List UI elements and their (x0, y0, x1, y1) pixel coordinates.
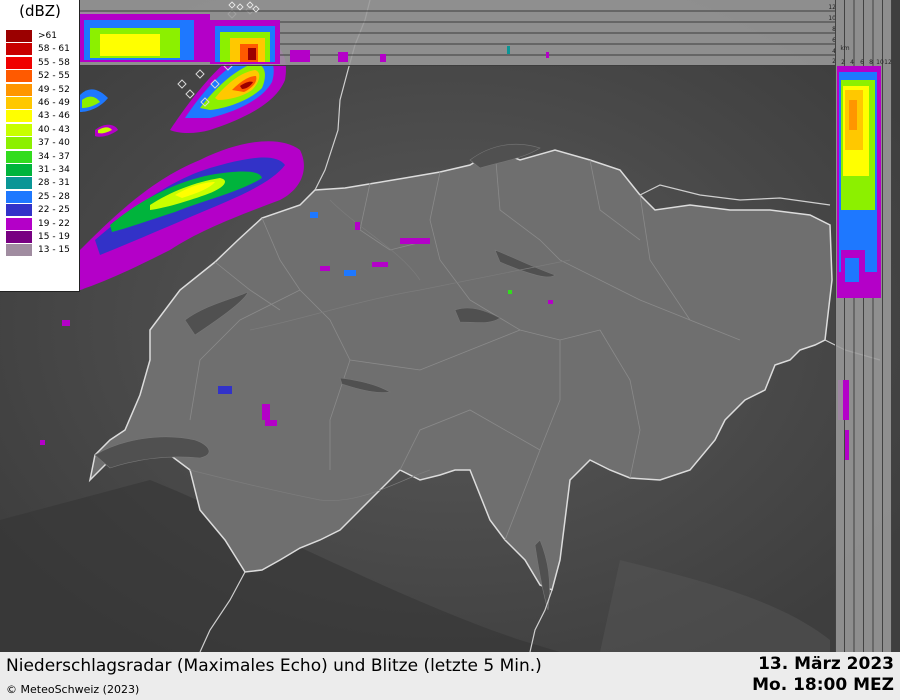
legend-swatch (6, 83, 32, 97)
legend-swatch (6, 204, 32, 218)
side-tick-12: 12 (884, 59, 892, 66)
legend-label: 40 - 43 (38, 124, 70, 135)
legend-label: 55 - 58 (38, 57, 70, 68)
legend-label: 49 - 52 (38, 84, 70, 95)
legend-swatch (6, 244, 32, 258)
legend-swatch (6, 56, 32, 70)
legend-swatch (6, 177, 32, 191)
legend-label: >61 (38, 31, 57, 41)
top-tick-12: 12 (828, 4, 835, 11)
observation-time: Mo. 18:00 MEZ (752, 675, 894, 695)
side-tick-8: 8 (869, 59, 873, 66)
side-tick-10: 10 (876, 59, 884, 66)
legend-swatch (6, 217, 32, 231)
legend-label: 28 - 31 (38, 178, 70, 189)
radar-map (0, 0, 900, 652)
legend-label: 22 - 25 (38, 205, 70, 216)
legend-swatch (6, 110, 32, 124)
legend-label: 37 - 40 (38, 138, 70, 149)
top-tick-10: 10 (828, 15, 835, 22)
legend-swatch (6, 137, 32, 151)
product-title: Niederschlagsradar (Maximales Echo) und … (6, 656, 542, 676)
copyright-text: © MeteoSchweiz (2023) (6, 683, 140, 696)
legend-swatch (6, 150, 32, 164)
legend-swatch (6, 123, 32, 137)
side-tick-6: 6 (860, 59, 864, 66)
legend-label: 34 - 37 (38, 151, 70, 162)
legend-swatch (6, 97, 32, 110)
legend-label: 31 - 34 (38, 165, 70, 175)
legend-swatch (6, 164, 32, 177)
side-tick-2: 2 (841, 59, 845, 66)
legend-label: 46 - 49 (38, 98, 70, 108)
cross-section-top: 12 10 8 6 4 2 (80, 0, 835, 66)
radar-map-view: 12 10 8 6 4 2 km 2 4 6 8 10 12 (dBZ) >61… (0, 0, 900, 700)
legend-swatch (6, 190, 32, 204)
side-tick-4: 4 (850, 59, 854, 66)
legend-label: 19 - 22 (38, 218, 70, 229)
side-km-label: km (840, 45, 849, 52)
legend-label: 58 - 61 (38, 44, 70, 55)
legend-swatch (6, 70, 32, 84)
legend-title: (dBZ) (19, 2, 61, 20)
dbz-legend: (dBZ) >61 58 - 61 55 - 58 52 - 55 49 - 52 46 … (0, 0, 80, 292)
legend-label: 15 - 19 (38, 232, 70, 242)
legend-label: 43 - 46 (38, 111, 70, 122)
legend-label: 52 - 55 (38, 71, 70, 82)
legend-label: 13 - 15 (38, 245, 70, 256)
legend-label: 25 - 28 (38, 191, 70, 202)
observation-date: 13. März 2023 (758, 654, 894, 674)
legend-swatch (6, 231, 32, 244)
legend-swatch (6, 30, 32, 43)
legend-swatch (6, 43, 32, 57)
cross-section-side: km 2 4 6 8 10 12 (835, 0, 892, 652)
footer-bar: Niederschlagsradar (Maximales Echo) und … (0, 652, 900, 700)
